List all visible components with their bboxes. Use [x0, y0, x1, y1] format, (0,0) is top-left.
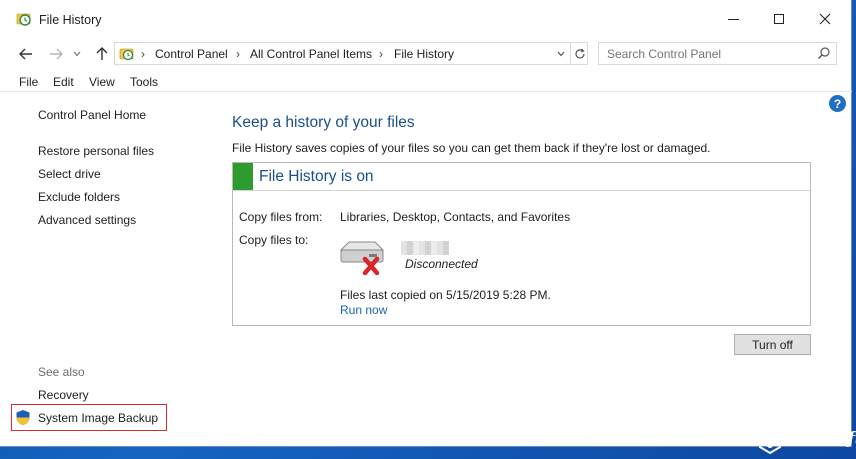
status-text: File History is on	[259, 168, 374, 185]
breadcrumb-all-items[interactable]: All Control Panel Items	[250, 47, 372, 61]
close-icon	[819, 13, 831, 25]
select-drive-link[interactable]: Select drive	[38, 167, 101, 181]
drive-name-redacted	[401, 241, 449, 255]
ibeesoft-logo-icon	[759, 427, 781, 455]
menu-view[interactable]: View	[89, 75, 115, 89]
recent-locations-button[interactable]	[70, 43, 84, 65]
ibeesoft-watermark: iBeesoft	[758, 425, 856, 457]
navigation-bar: › Control Panel › All Control Panel Item…	[0, 40, 852, 68]
copy-from-value: Libraries, Desktop, Contacts, and Favori…	[340, 210, 571, 224]
search-input[interactable]	[599, 43, 813, 64]
copy-to-label: Copy files to:	[239, 233, 309, 247]
menu-file[interactable]: File	[19, 75, 38, 89]
page-heading: Keep a history of your files	[232, 114, 415, 131]
up-arrow-icon	[96, 47, 108, 60]
chevron-down-icon	[557, 51, 565, 56]
file-history-status-panel: File History is on Copy files from: Libr…	[232, 162, 811, 326]
breadcrumb-separator-icon: ›	[141, 47, 145, 61]
recovery-link[interactable]: Recovery	[38, 388, 89, 402]
address-dropdown-button[interactable]	[553, 43, 569, 64]
advanced-settings-link[interactable]: Advanced settings	[38, 213, 136, 227]
minimize-button[interactable]	[710, 0, 756, 38]
last-copied-text: Files last copied on 5/15/2019 5:28 PM.	[340, 288, 551, 302]
back-arrow-icon	[19, 48, 32, 60]
refresh-icon	[574, 48, 585, 58]
file-history-window: File History › Control Panel › All Contr…	[0, 0, 852, 447]
menu-tools[interactable]: Tools	[130, 75, 158, 89]
drive-status-text: Disconnected	[405, 257, 478, 271]
breadcrumb-separator-icon: ›	[379, 47, 383, 61]
breadcrumb-file-history[interactable]: File History	[394, 47, 454, 61]
maximize-icon	[774, 14, 784, 24]
see-also-label: See also	[38, 365, 85, 379]
forward-button[interactable]	[46, 43, 66, 65]
status-indicator	[233, 163, 253, 190]
chevron-down-icon	[73, 51, 81, 57]
control-panel-home-link[interactable]: Control Panel Home	[38, 108, 146, 122]
run-now-link[interactable]: Run now	[340, 303, 387, 317]
uac-shield-icon	[16, 410, 30, 425]
maximize-button[interactable]	[756, 0, 802, 38]
copy-from-label: Copy files from:	[239, 210, 323, 224]
up-button[interactable]	[92, 43, 112, 65]
system-image-backup-link[interactable]: System Image Backup	[38, 411, 158, 425]
watermark-text: iBeesoft	[784, 429, 856, 449]
refresh-button[interactable]	[570, 43, 588, 64]
address-bar[interactable]: › Control Panel › All Control Panel Item…	[114, 42, 588, 65]
drive-disconnected-icon	[339, 241, 385, 276]
forward-arrow-icon	[50, 48, 63, 60]
menu-bar: File Edit View Tools	[0, 72, 852, 92]
file-history-app-icon	[16, 13, 31, 26]
search-icon[interactable]	[817, 46, 831, 60]
turn-off-button[interactable]: Turn off	[734, 334, 811, 355]
page-description: File History saves copies of your files …	[232, 141, 711, 155]
breadcrumb-separator-icon: ›	[236, 47, 240, 61]
control-panel-icon	[119, 48, 134, 61]
window-title: File History	[39, 13, 102, 27]
title-bar[interactable]: File History	[0, 0, 852, 38]
menu-edit[interactable]: Edit	[53, 75, 74, 89]
restore-personal-files-link[interactable]: Restore personal files	[38, 144, 154, 158]
minimize-icon	[727, 18, 739, 20]
status-header: File History is on	[233, 163, 810, 191]
back-button[interactable]	[16, 43, 36, 65]
search-box[interactable]	[598, 42, 837, 65]
close-button[interactable]	[802, 0, 848, 38]
exclude-folders-link[interactable]: Exclude folders	[38, 190, 120, 204]
help-icon[interactable]: ?	[829, 95, 846, 112]
breadcrumb-control-panel[interactable]: Control Panel	[155, 47, 228, 61]
